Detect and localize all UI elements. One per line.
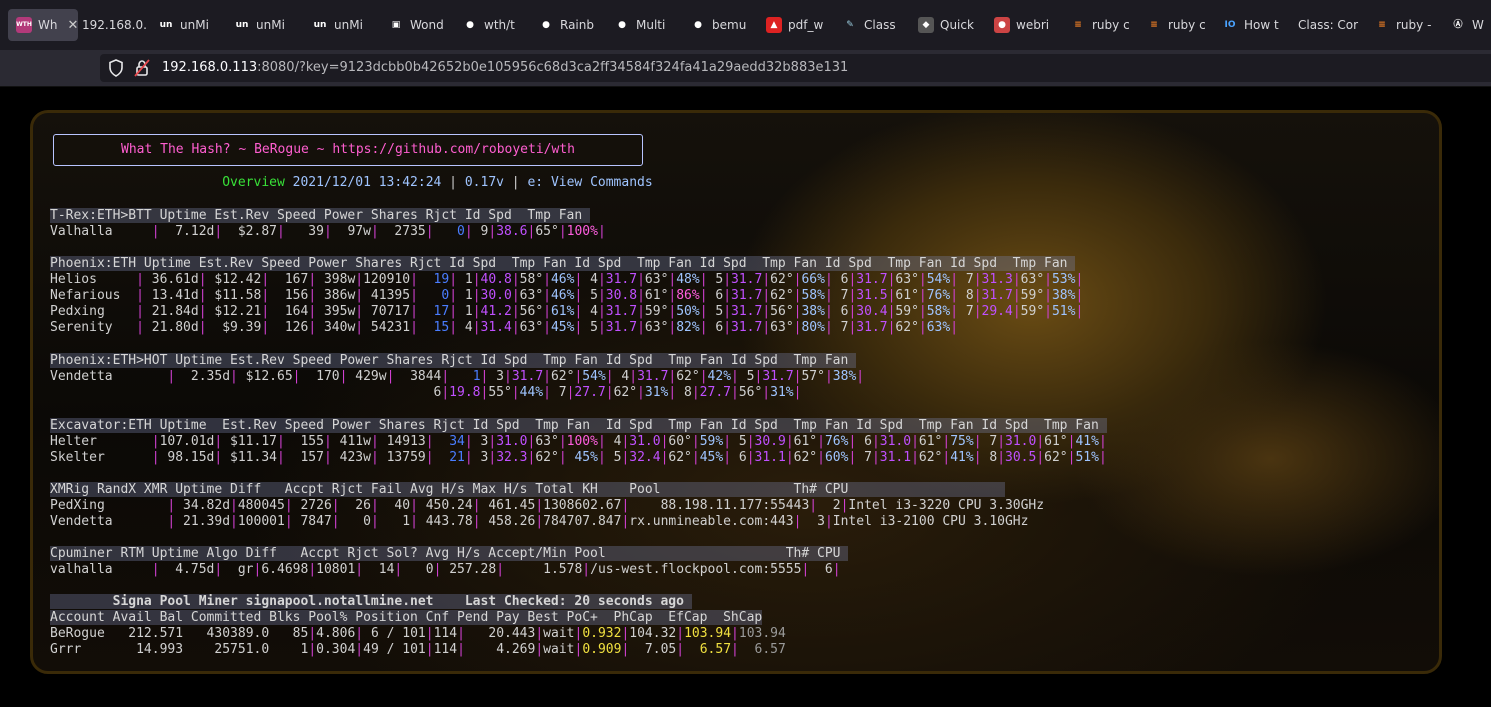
tab-label: Quick (940, 18, 974, 32)
version-text: 0.17v (464, 175, 504, 190)
red-icon: ▲ (766, 17, 782, 33)
page-content: What The Hash? ~ BeRogue ~ https://githu… (0, 87, 1491, 707)
tab-8[interactable]: ● Rainb (538, 9, 610, 41)
tab-label: W (1472, 18, 1484, 32)
tab-label: wth/t (484, 18, 515, 32)
github-icon: ● (694, 20, 702, 30)
webrick-icon: ● (994, 17, 1010, 33)
tab-16[interactable]: ≡ ruby c (1146, 9, 1218, 41)
tab-17[interactable]: IO How t (1222, 9, 1294, 41)
terminal-output: Overview 2021/12/01 13:42:24 | 0.17v | e… (33, 113, 1439, 671)
shield-icon[interactable] (108, 59, 124, 77)
xmrig-header: XMRig RandX XMR Uptime Diff Accpt Rjct F… (50, 482, 1005, 497)
tab-label: ruby c (1092, 18, 1130, 32)
tab-label: Rainb (560, 18, 594, 32)
tab-label: Class (864, 18, 896, 32)
tab-label: Wh (38, 18, 58, 32)
overview-line: Overview 2021/12/01 13:42:24 | 0.17v | e… (222, 175, 653, 190)
tab-1[interactable]: WTH Wh ✕ (8, 9, 78, 41)
tab-20[interactable]: Ⓐ W (1450, 9, 1491, 41)
insecure-lock-icon[interactable] (134, 59, 150, 77)
xmrig-row: Vendetta | 21.39d|100001| 7847| 0| 1| 44… (50, 514, 1029, 529)
stack-icon: ≡ (1074, 20, 1082, 30)
signa-title: Signa Pool Miner signapool.notallmine.ne… (50, 594, 692, 609)
stack-icon: ≡ (1378, 20, 1386, 30)
terminal-panel: What The Hash? ~ BeRogue ~ https://githu… (30, 110, 1442, 674)
url-field[interactable]: 192.168.0.113:8080/?key=9123dcbb0b42652b… (100, 54, 1491, 82)
tab-2[interactable]: 192.168.0. (82, 9, 154, 41)
cpuminer-header: Cpuminer RTM Uptime Algo Diff Accpt Rjct… (50, 546, 849, 561)
overview-label: Overview (222, 175, 285, 190)
tab-13[interactable]: ◆ Quick (918, 9, 990, 41)
excavator-row: Skelter | 98.15d| $11.34| 157| 423w| 137… (50, 450, 1107, 465)
url-path: :8080/?key=9123dcbb0b42652b0e105956c68d3… (257, 60, 849, 75)
tab-19[interactable]: ≡ ruby - (1374, 9, 1446, 41)
view-commands-hint: e: View Commands (527, 175, 653, 190)
tab-label: bemu (712, 18, 747, 32)
tab-11[interactable]: ▲ pdf_w (766, 9, 838, 41)
io-icon: IO (1224, 20, 1236, 30)
tab-label: unMi (256, 18, 285, 32)
trex-row: Valhalla | 7.12d| $2.87| 39| 97w| 2735| … (50, 224, 606, 239)
trex-header: T-Rex:ETH>BTT Uptime Est.Rev Speed Power… (50, 208, 591, 223)
phoenix-row: Serenity | 21.80d| $9.39| 126| 340w| 542… (50, 320, 959, 335)
url-text[interactable]: 192.168.0.113:8080/?key=9123dcbb0b42652b… (162, 60, 848, 75)
wth-icon: WTH (16, 17, 32, 33)
unmineable-icon: un (313, 20, 327, 30)
tab-10[interactable]: ● bemu (690, 9, 762, 41)
tab-14[interactable]: ● webri (994, 9, 1066, 41)
signa-row: Grrr 14.993 25751.0 1|0.304|49 / 101|114… (50, 642, 786, 657)
page-icon: ▣ (391, 20, 401, 30)
tab-4[interactable]: un unMi (234, 9, 306, 41)
tab-15[interactable]: ≡ ruby c (1070, 9, 1142, 41)
phoenix-row: Pedxing | 21.84d| $12.21| 164| 395w| 707… (50, 304, 1084, 319)
tab-label: unMi (180, 18, 209, 32)
github-icon: ● (542, 20, 550, 30)
excavator-row: Helter |107.01d| $11.17| 155| 411w| 1491… (50, 434, 1107, 449)
tab-6[interactable]: ▣ Wond (388, 9, 458, 41)
cpuminer-row: valhalla | 4.75d| gr|6.4698|10801| 14| 0… (50, 562, 841, 577)
address-bar: 192.168.0.113:8080/?key=9123dcbb0b42652b… (0, 50, 1491, 87)
github-icon: ● (618, 20, 626, 30)
tab-label: 192.168.0. (82, 18, 147, 32)
tab-bar: WTH Wh ✕ 192.168.0. un unMi un unMi un unMi ▣ Wond ●… (0, 0, 1491, 50)
overview-datetime: 2021/12/01 13:42:24 (292, 175, 442, 190)
a-icon: Ⓐ (1453, 20, 1463, 30)
tab-label: Wond (410, 18, 444, 32)
tab-label: How t (1244, 18, 1279, 32)
unmineable-icon: un (159, 20, 173, 30)
tab-label: ruby - (1396, 18, 1432, 32)
tab-5[interactable]: un unMi (312, 9, 384, 41)
tab-9[interactable]: ● Multi (614, 9, 686, 41)
pencil-icon: ✎ (846, 20, 854, 30)
tab-label: Class: Cor (1298, 18, 1359, 32)
url-host: 192.168.0.113 (162, 60, 258, 75)
tab-label: ruby c (1168, 18, 1206, 32)
signa-header: Account Avail Bal Committed Blks Pool% P… (50, 610, 763, 625)
close-tab-icon[interactable]: ✕ (67, 18, 78, 33)
tab-12[interactable]: ✎ Class (842, 9, 914, 41)
phoenix-hot-row: Vendetta | 2.35d| $12.65| 170| 429w| 384… (50, 369, 865, 384)
unmineable-icon: un (235, 20, 249, 30)
github-icon: ● (466, 20, 474, 30)
excavator-header: Excavator:ETH Uptime Est.Rev Speed Power… (50, 418, 1107, 433)
tab-3[interactable]: un unMi (158, 9, 230, 41)
tab-label: pdf_w (788, 18, 824, 32)
phoenix-hot-row-cont: 6|19.8|55°|44%| 7|27.7|62°|31%| 8|27.7|5… (425, 385, 802, 400)
phoenix-header: Phoenix:ETH Uptime Est.Rev Speed Power S… (50, 256, 1076, 271)
tab-7[interactable]: ● wth/t (462, 9, 534, 41)
phoenix-hot-header: Phoenix:ETH>HOT Uptime Est.Rev Speed Pow… (50, 353, 857, 368)
tab-label: Multi (636, 18, 666, 32)
quick-icon: ◆ (918, 17, 934, 33)
tab-label: webri (1016, 18, 1050, 32)
tab-label: unMi (334, 18, 363, 32)
phoenix-row: Helios | 36.61d| $12.42| 167| 398w|12091… (50, 272, 1084, 287)
tab-18[interactable]: Class: Cor (1298, 9, 1370, 41)
signa-row: BeRogue 212.571 430389.0 85|4.806| 6 / 1… (50, 626, 786, 641)
phoenix-row: Nefarious | 13.41d| $11.58| 156| 386w| 4… (50, 288, 1084, 303)
stack-icon: ≡ (1150, 20, 1158, 30)
xmrig-row: PedXing | 34.82d|480045| 2726| 26| 40| 4… (50, 498, 1045, 513)
